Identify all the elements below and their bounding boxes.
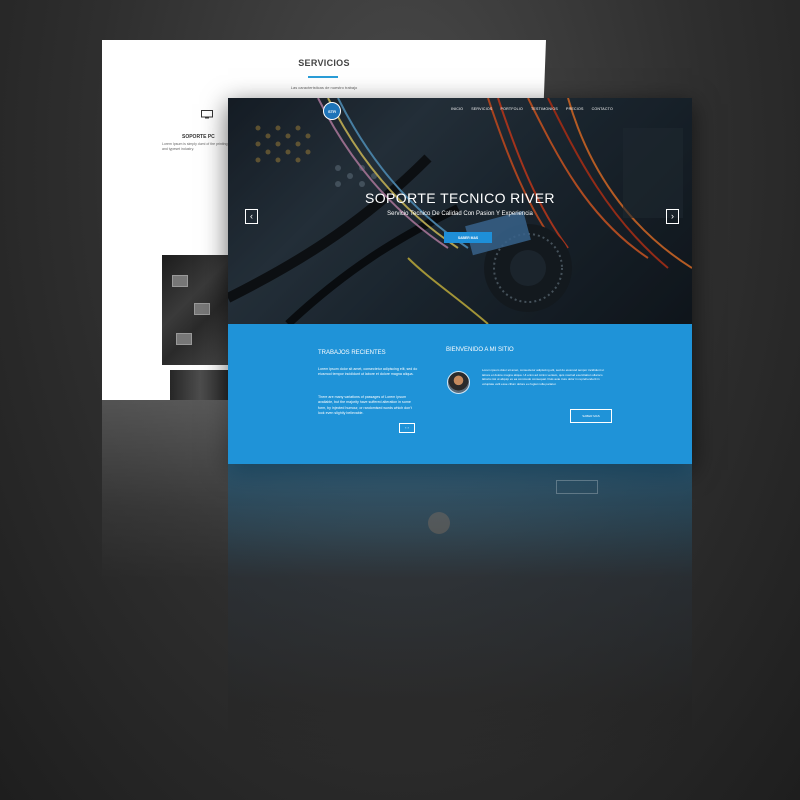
service-text: Lorem Ipsum is simply dumi of the printi… bbox=[162, 142, 228, 151]
servicios-subtitle: Las caracteristicas de nuestro trabajo bbox=[290, 85, 358, 90]
recent-work-nav-arrows[interactable]: ‹ › bbox=[399, 423, 415, 433]
nav-item-inicio[interactable]: INICIO bbox=[451, 107, 463, 111]
welcome-more-button[interactable]: SABER MAS bbox=[570, 409, 612, 423]
photo-detail bbox=[176, 333, 192, 345]
monitor-icon bbox=[201, 110, 213, 119]
recent-work-text: Lorem ipsum dolor sit amet, consectetur … bbox=[318, 367, 418, 377]
hero-slider: STR INICIO SERVICIOS PORTFOLIO TESTIMONI… bbox=[228, 98, 692, 324]
reflection-detail bbox=[428, 512, 450, 534]
welcome-text: Lorem ipsum dolor sit amet, consectetur … bbox=[482, 368, 605, 386]
title-underline bbox=[308, 76, 338, 78]
site-logo[interactable]: STR bbox=[323, 102, 341, 120]
page-reflection-back bbox=[102, 400, 228, 580]
page-reflection bbox=[228, 464, 692, 764]
portfolio-photo bbox=[170, 370, 230, 400]
welcome-title: BIENVENIDO A MI SITIO bbox=[446, 347, 514, 353]
hero-cta-button[interactable]: SABER MAS bbox=[444, 232, 492, 243]
photo-detail bbox=[172, 275, 188, 287]
reflection-detail bbox=[556, 480, 598, 494]
nav-item-contacto[interactable]: CONTACTO bbox=[592, 107, 613, 111]
portfolio-photo bbox=[162, 255, 232, 365]
nav-item-portfolio[interactable]: PORTFOLIO bbox=[501, 107, 524, 111]
servicios-title: SERVICIOS bbox=[298, 58, 350, 68]
recent-work-text-2: There are many variations of passages of… bbox=[318, 395, 412, 415]
nav-item-servicios[interactable]: SERVICIOS bbox=[471, 107, 492, 111]
nav-item-precios[interactable]: PRECIOS bbox=[566, 107, 584, 111]
main-navigation: INICIO SERVICIOS PORTFOLIO TESTIMONIOS P… bbox=[451, 107, 613, 111]
avatar bbox=[447, 371, 470, 394]
nav-item-testimonios[interactable]: TESTIMONIOS bbox=[531, 107, 558, 111]
hero-subtitle: Servicio Tecnico De Calidad Con Pasion Y… bbox=[387, 211, 533, 217]
slider-next-button[interactable]: › bbox=[666, 209, 679, 224]
content-section bbox=[228, 324, 692, 464]
hero-title: SOPORTE TECNICO RIVER bbox=[365, 190, 555, 206]
slider-prev-button[interactable]: ‹ bbox=[245, 209, 258, 224]
recent-work-title: TRABAJOS RECIENTES bbox=[318, 350, 386, 356]
photo-detail bbox=[194, 303, 210, 315]
home-page-preview: STR INICIO SERVICIOS PORTFOLIO TESTIMONI… bbox=[228, 98, 692, 464]
